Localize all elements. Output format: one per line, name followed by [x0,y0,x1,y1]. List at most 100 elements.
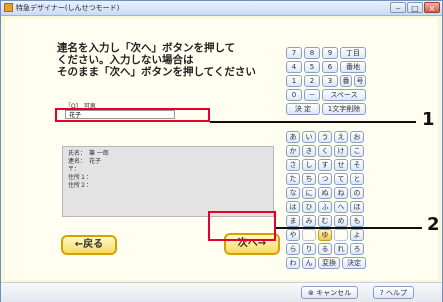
key-fu[interactable]: ふ [318,201,332,213]
key-u[interactable]: う [318,131,332,143]
app-window: 特急デザイナー(しんせつモード) ‒ □ × 連名を入力し「次へ」ボタンを押して… [0,0,443,302]
key-nu[interactable]: ぬ [318,187,332,199]
key-o[interactable]: お [350,131,364,143]
key-2[interactable]: 2 [304,75,320,87]
preview-address-2: 住所２： [68,182,93,189]
window-title: 特急デザイナー(しんせつモード) [16,4,120,12]
input-highlight [55,108,210,122]
help-icon: ? [380,289,384,297]
key-6[interactable]: 6 [322,61,338,73]
key-banchi[interactable]: 番地 [340,61,366,73]
key-su[interactable]: す [318,159,332,171]
key-te[interactable]: て [334,173,348,185]
key-ra[interactable]: ら [286,243,300,255]
key-na[interactable]: な [286,187,300,199]
key-a[interactable]: あ [286,131,300,143]
preview-name: 氏名： 筆 一郎 [68,150,109,157]
key-chi[interactable]: ち [302,173,316,185]
key-e[interactable]: え [334,131,348,143]
key-tsu[interactable]: つ [318,173,332,185]
key-se[interactable]: せ [334,159,348,171]
minimize-button[interactable]: ‒ [390,2,406,13]
key-to[interactable]: と [350,173,364,185]
key-0[interactable]: 0 [286,89,302,101]
cancel-label: キャンセル [316,289,352,297]
preview-postal: 〒： [68,166,81,173]
key-dash[interactable]: － [304,89,320,101]
callout-line-2 [276,227,422,229]
preview-address-1: 住所１： [68,174,93,181]
window-controls: ‒ □ × [390,2,440,13]
key-ri[interactable]: り [302,243,316,255]
key-delete-char[interactable]: 1文字削除 [322,103,366,115]
key-ki[interactable]: き [302,145,316,157]
key-ya[interactable]: や [286,229,300,241]
key-ho[interactable]: ほ [350,201,364,213]
key-blank [302,229,316,241]
callout-number-1: 1 [422,109,435,130]
key-5[interactable]: 5 [304,61,320,73]
key-ko[interactable]: こ [350,145,364,157]
help-label: ヘルプ [385,289,407,297]
key-space[interactable]: スペース [322,89,366,101]
title-bar: 特急デザイナー(しんせつモード) ‒ □ × [1,1,442,16]
onscreen-keyboard: 7 8 9 丁目 4 5 6 番地 1 2 3 番 号 0 － スペース 決 定… [282,19,369,293]
key-n[interactable]: ん [302,257,316,269]
key-ru[interactable]: る [318,243,332,255]
callout-line-1 [210,121,416,123]
key-no[interactable]: の [350,187,364,199]
key-confirm[interactable]: 決 定 [286,103,320,115]
key-yu[interactable]: ゆ [318,229,332,241]
key-3[interactable]: 3 [322,75,338,87]
preview-renmei: 連名： 花子 [68,158,102,165]
key-1[interactable]: 1 [286,75,302,87]
cancel-icon: ⊗ [308,289,314,297]
key-9[interactable]: 9 [322,47,338,59]
key-shi[interactable]: し [302,159,316,171]
key-7[interactable]: 7 [286,47,302,59]
key-ku[interactable]: く [318,145,332,157]
key-ban[interactable]: 番 [340,75,352,87]
key-8[interactable]: 8 [304,47,320,59]
instruction-line-1: 連名を入力し「次へ」ボタンを押して [57,42,236,54]
key-mu[interactable]: む [318,215,332,227]
key-ka[interactable]: か [286,145,300,157]
instruction-line-2: ください。入力しない場合は [57,54,194,66]
key-so[interactable]: そ [350,159,364,171]
key-yo[interactable]: よ [350,229,364,241]
address-preview: 氏名： 筆 一郎 連名： 花子 〒： 住所１： 住所２： [62,146,274,217]
key-hi[interactable]: ひ [302,201,316,213]
key-blank [334,229,348,241]
back-button[interactable]: ←戻る [61,235,117,255]
instruction-line-3: そのまま「次へ」ボタンを押してください [57,66,256,78]
bottom-bar: ⊗ キャンセル ? ヘルプ [1,282,442,302]
key-re[interactable]: れ [334,243,348,255]
key-he[interactable]: へ [334,201,348,213]
key-ro[interactable]: ろ [350,243,364,255]
key-me[interactable]: め [334,215,348,227]
key-ma[interactable]: ま [286,215,300,227]
key-gou[interactable]: 号 [354,75,366,87]
callout-number-2: 2 [427,214,440,235]
help-button[interactable]: ? ヘルプ [373,286,414,299]
key-ne[interactable]: ね [334,187,348,199]
key-ha[interactable]: は [286,201,300,213]
key-sa[interactable]: さ [286,159,300,171]
key-ni[interactable]: に [302,187,316,199]
key-wa[interactable]: わ [286,257,300,269]
cancel-button[interactable]: ⊗ キャンセル [301,286,359,299]
key-4[interactable]: 4 [286,61,302,73]
close-button[interactable]: × [424,2,440,13]
key-i[interactable]: い [302,131,316,143]
key-convert[interactable]: 変換 [318,257,340,269]
next-highlight [208,211,276,241]
key-ke[interactable]: け [334,145,348,157]
key-choume[interactable]: 丁目 [340,47,366,59]
app-icon [4,3,13,12]
key-mi[interactable]: み [302,215,316,227]
maximize-button[interactable]: □ [407,2,423,13]
key-mo[interactable]: も [350,215,364,227]
key-ta[interactable]: た [286,173,300,185]
instruction-text: 連名を入力し「次へ」ボタンを押して ください。入力しない場合は そのまま「次へ」… [57,42,272,78]
key-decide[interactable]: 決定 [342,257,366,269]
